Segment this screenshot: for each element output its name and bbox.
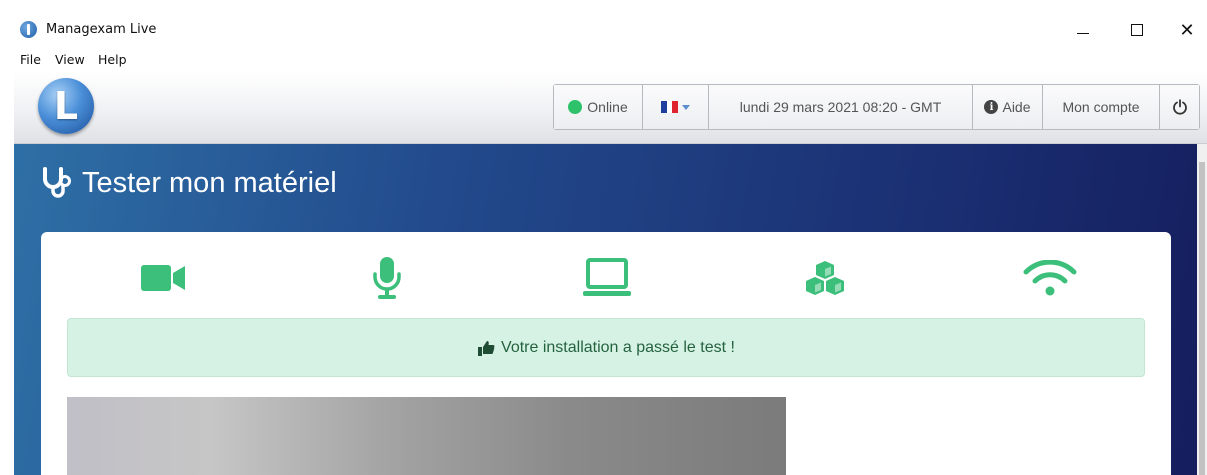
close-icon: ✕ (1179, 19, 1195, 41)
stethoscope-icon (43, 167, 71, 198)
scrollbar-thumb[interactable] (1199, 162, 1205, 475)
laptop-icon (583, 258, 631, 296)
power-icon (1172, 99, 1187, 115)
info-icon: i (984, 100, 999, 114)
network-test[interactable] (1022, 256, 1078, 300)
help-button[interactable]: i Aide (973, 85, 1043, 129)
status-label: Online (587, 99, 628, 115)
menu-file[interactable]: File (20, 52, 41, 67)
help-label: Aide (1002, 99, 1031, 115)
software-test[interactable] (797, 256, 853, 300)
page-title: Tester mon matériel (40, 166, 337, 200)
language-dropdown[interactable] (643, 85, 709, 129)
vertical-scrollbar[interactable] (1197, 144, 1207, 475)
datetime-display: lundi 29 mars 2021 08:20 - GMT (709, 85, 973, 129)
wifi-icon (1023, 260, 1077, 296)
datetime-label: lundi 29 mars 2021 08:20 - GMT (739, 99, 942, 115)
app-header: L Online lundi 29 mars 2021 08:20 - GMT … (14, 72, 1207, 144)
header-toolbar: Online lundi 29 mars 2021 08:20 - GMT i … (553, 84, 1200, 130)
app-icon (20, 21, 37, 38)
success-alert: Votre installation a passé le test ! (67, 318, 1145, 377)
camera-preview (67, 397, 786, 475)
menu-view[interactable]: View (55, 52, 85, 67)
menu-bar: File View Help (14, 48, 1207, 72)
maximize-icon (1131, 24, 1143, 36)
minimize-button[interactable] (1061, 12, 1105, 48)
logo-letter: L (53, 84, 79, 128)
thumbs-up-icon (478, 340, 495, 356)
microphone-icon (373, 257, 401, 299)
success-message: Votre installation a passé le test ! (501, 338, 735, 356)
chevron-down-icon (682, 104, 690, 110)
camera-test[interactable] (135, 256, 191, 300)
status-button[interactable]: Online (554, 85, 643, 129)
close-button[interactable]: ✕ (1165, 12, 1207, 48)
minimize-icon (1077, 32, 1089, 34)
france-flag-icon (661, 101, 679, 113)
app-logo[interactable]: L (38, 78, 94, 134)
maximize-button[interactable] (1115, 12, 1159, 48)
laptop-test[interactable] (579, 256, 635, 300)
menu-help[interactable]: Help (98, 52, 127, 67)
logout-button[interactable] (1160, 85, 1199, 129)
main-panel: Tester mon matériel Votre installation a… (14, 144, 1197, 475)
account-label: Mon compte (1062, 99, 1140, 115)
online-status-dot (568, 100, 583, 114)
cubes-icon (806, 261, 844, 295)
test-card: Votre installation a passé le test ! (41, 232, 1171, 475)
account-button[interactable]: Mon compte (1043, 85, 1160, 129)
page-title-text: Tester mon matériel (82, 166, 337, 199)
window-title: Managexam Live (46, 22, 157, 37)
microphone-test[interactable] (359, 256, 415, 300)
camera-icon (141, 265, 185, 291)
window-titlebar: Managexam Live ✕ (14, 12, 1207, 48)
